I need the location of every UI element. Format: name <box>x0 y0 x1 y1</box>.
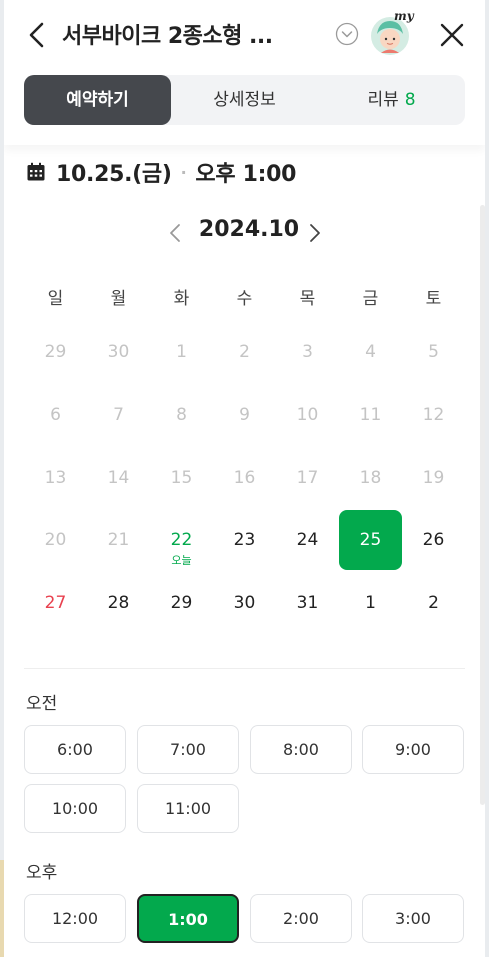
scrollbar[interactable] <box>480 205 485 805</box>
calendar-icon <box>27 162 45 181</box>
time-slot[interactable]: 9:00 <box>362 725 464 774</box>
chevron-left-icon <box>170 224 180 242</box>
calendar-day[interactable]: 23 <box>213 510 276 573</box>
calendar-day[interactable]: 29 <box>150 573 213 636</box>
time-slot[interactable]: 2:00 <box>250 894 352 943</box>
calendar-day: 9 <box>239 404 250 425</box>
calendar-day: 16 <box>233 467 256 488</box>
weekday-label: 일 <box>47 289 64 309</box>
calendar-day-today[interactable]: 22 오늘 <box>150 510 213 573</box>
am-label: 오전 <box>26 694 58 714</box>
calendar-day: 17 <box>296 467 319 488</box>
month-navigation: 2024.10 <box>4 213 485 253</box>
calendar-day: 12 <box>422 404 445 425</box>
weekday-header: 일 월 화 수 목 금 토 <box>24 284 465 314</box>
selected-date: 10.25.(금) <box>56 162 172 187</box>
calendar-day: 2 <box>239 342 250 362</box>
calendar-day[interactable]: 2 <box>402 573 465 636</box>
time-slot[interactable]: 7:00 <box>137 725 239 774</box>
weekday-label: 토 <box>425 289 442 309</box>
time-slot-selected[interactable]: 1:00 <box>137 894 239 943</box>
title-dropdown-button[interactable] <box>335 22 359 46</box>
calendar-day: 20 <box>44 530 67 551</box>
time-slot[interactable]: 11:00 <box>137 784 239 833</box>
time-slot[interactable]: 3:00 <box>362 894 464 943</box>
weekday-label: 수 <box>236 289 253 309</box>
calendar-day: 3 <box>302 342 313 362</box>
calendar-day[interactable]: 26 <box>402 510 465 573</box>
place-title: 서부바이크 2종소형 ... <box>62 24 273 49</box>
month-label: 2024.10 <box>198 217 300 242</box>
weekday-label: 목 <box>299 289 316 309</box>
calendar-day[interactable]: 1 <box>339 573 402 636</box>
calendar-day: 18 <box>359 467 382 488</box>
calendar-day: 29 <box>44 342 67 362</box>
calendar-grid: 29 30 1 2 3 4 5 6 7 8 9 10 11 12 13 14 1… <box>24 322 465 636</box>
calendar-day: 8 <box>176 404 187 425</box>
calendar-day: 5 <box>428 342 439 362</box>
calendar-day: 14 <box>107 467 130 488</box>
tab-reservation[interactable]: 예약하기 <box>24 75 171 125</box>
calendar-day: 19 <box>422 467 445 488</box>
calendar-day[interactable]: 31 <box>276 573 339 636</box>
time-slot[interactable]: 10:00 <box>24 784 126 833</box>
calendar-day[interactable]: 27 <box>24 573 87 636</box>
selected-time: 오후 1:00 <box>195 162 297 187</box>
time-slot[interactable]: 6:00 <box>24 725 126 774</box>
booking-panel: 서부바이크 2종소형 ... my 예약하기 상세정보 리뷰 8 10.25.(… <box>4 0 485 957</box>
calendar-day[interactable]: 24 <box>276 510 339 573</box>
calendar-day[interactable]: 28 <box>87 573 150 636</box>
tab-reviews[interactable]: 리뷰 8 <box>318 75 465 125</box>
tab-bar: 예약하기 상세정보 리뷰 8 <box>24 75 465 125</box>
calendar-day: 6 <box>50 404 61 425</box>
calendar-day: 15 <box>170 467 193 488</box>
calendar-day: 4 <box>365 342 376 362</box>
close-button[interactable] <box>439 22 465 48</box>
calendar-day: 21 <box>107 530 130 551</box>
panel-header: 서부바이크 2종소형 ... my 예약하기 상세정보 리뷰 8 <box>4 0 485 145</box>
weekday-label: 화 <box>173 289 190 309</box>
time-slot[interactable]: 12:00 <box>24 894 126 943</box>
calendar-day: 13 <box>44 467 67 488</box>
close-icon <box>440 23 464 47</box>
section-divider <box>24 668 465 669</box>
review-count: 8 <box>404 90 416 110</box>
today-label: 오늘 <box>171 554 192 568</box>
tab-details[interactable]: 상세정보 <box>171 75 318 125</box>
time-slot[interactable]: 8:00 <box>250 725 352 774</box>
next-month-button[interactable] <box>306 221 324 245</box>
chevron-right-icon <box>310 224 320 242</box>
prev-month-button[interactable] <box>166 221 184 245</box>
calendar-day[interactable]: 30 <box>213 573 276 636</box>
weekday-label: 월 <box>110 289 127 309</box>
calendar-day: 10 <box>296 404 319 425</box>
my-avatar-button[interactable]: my <box>369 9 414 56</box>
chevron-down-circle-icon <box>335 22 359 46</box>
summary-separator: · <box>180 162 187 182</box>
tab-label: 상세정보 <box>213 90 276 110</box>
back-button[interactable] <box>26 22 48 48</box>
calendar-day: 1 <box>176 342 187 362</box>
avatar-badge: my <box>394 9 414 23</box>
calendar-day-selected[interactable]: 25 <box>339 510 402 573</box>
calendar-day: 30 <box>107 342 130 362</box>
weekday-label: 금 <box>362 289 379 309</box>
tab-label: 리뷰 <box>367 90 399 110</box>
pm-label: 오후 <box>26 863 58 883</box>
tab-label: 예약하기 <box>66 90 129 110</box>
calendar-day: 7 <box>113 404 124 425</box>
selected-datetime-summary: 10.25.(금) · 오후 1:00 <box>26 155 296 189</box>
chevron-left-icon <box>29 22 44 48</box>
calendar-day: 11 <box>359 404 382 425</box>
